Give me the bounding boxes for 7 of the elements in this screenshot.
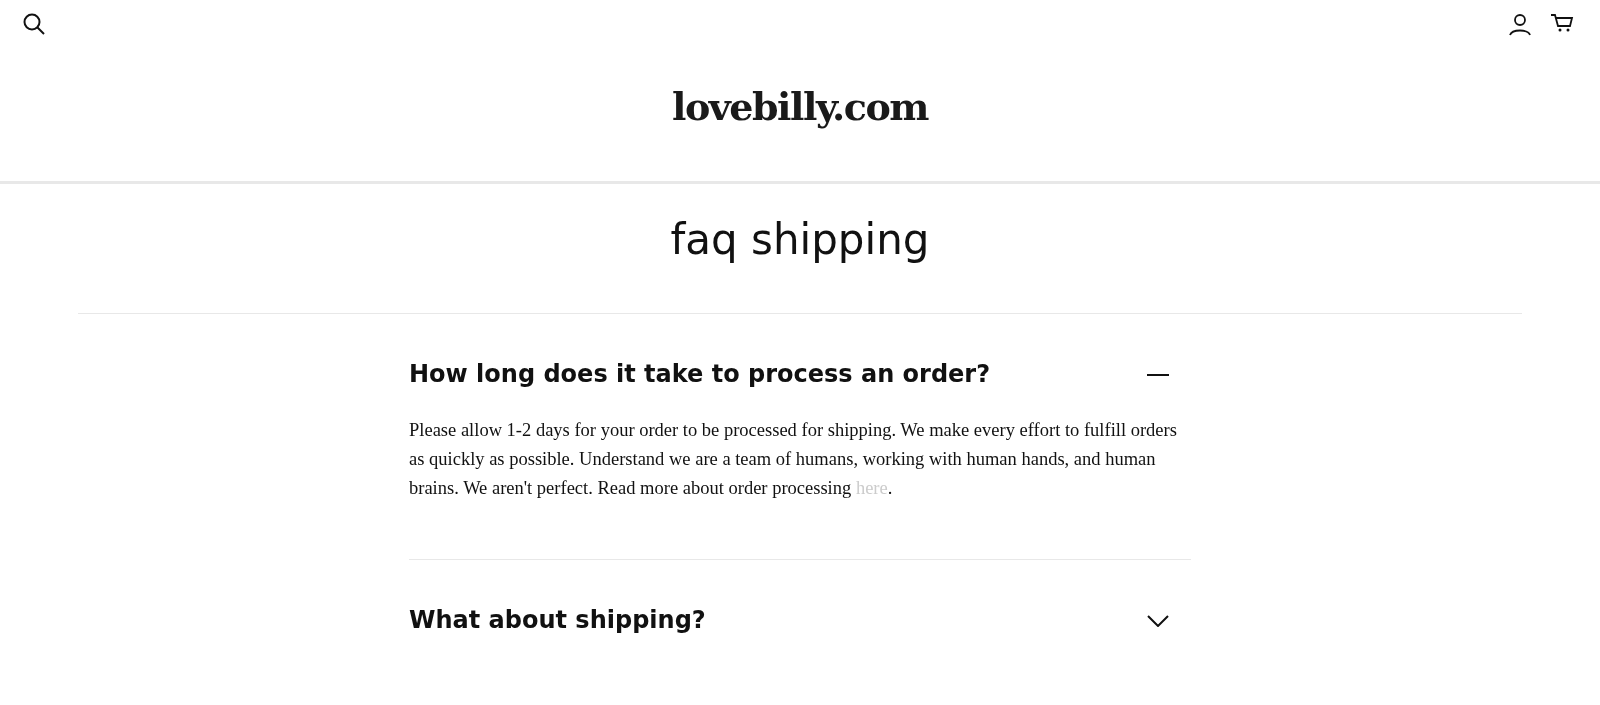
faq-question[interactable]: How long does it take to process an order?	[409, 356, 991, 392]
faq-question[interactable]: What about shipping?	[409, 602, 706, 638]
search-icon[interactable]	[22, 12, 46, 36]
site-logo[interactable]: lovebilly.com	[671, 84, 929, 129]
account-icon[interactable]	[1508, 12, 1532, 36]
chevron-down-icon[interactable]	[1147, 615, 1169, 627]
page-title: faq shipping	[669, 214, 931, 266]
